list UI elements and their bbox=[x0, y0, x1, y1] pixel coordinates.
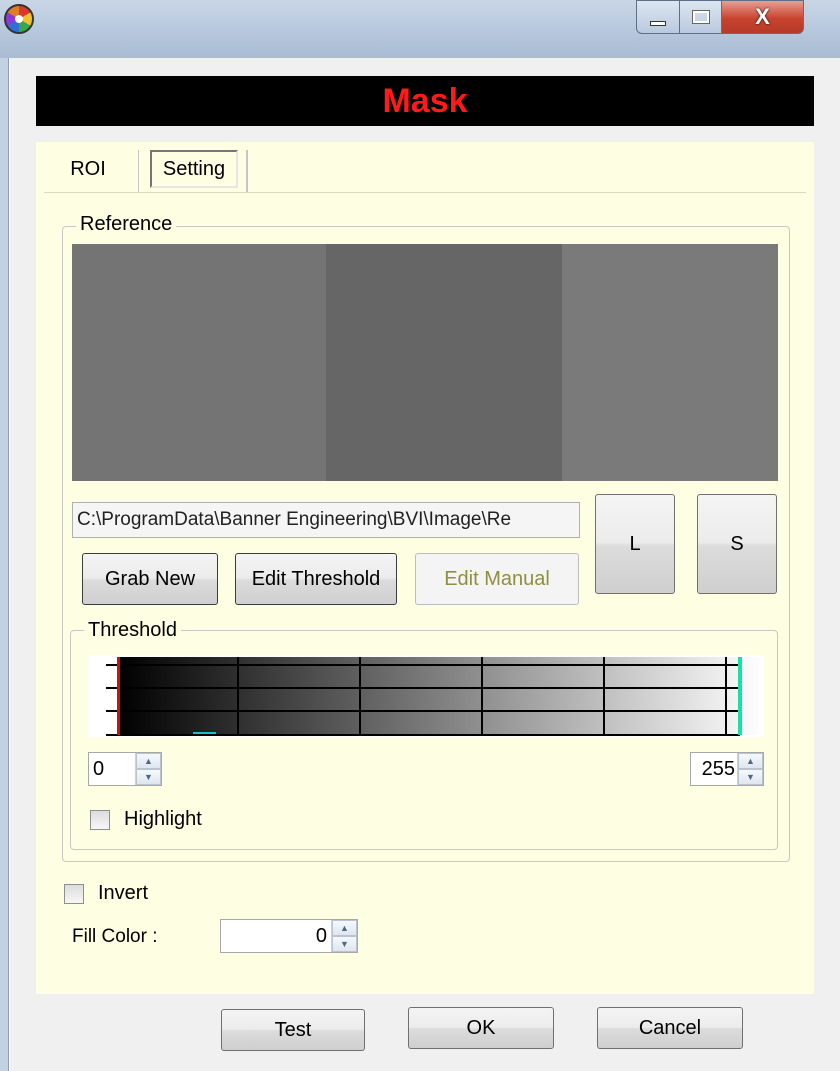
spin-down-icon[interactable]: ▼ bbox=[738, 769, 763, 785]
tab-roi[interactable]: ROI bbox=[40, 148, 136, 190]
cancel-button[interactable]: Cancel bbox=[597, 1007, 743, 1049]
threshold-max-value[interactable]: 255 bbox=[691, 758, 737, 781]
minimize-button[interactable] bbox=[636, 0, 680, 34]
threshold-max-spinner[interactable]: 255 ▲ ▼ bbox=[690, 752, 764, 786]
highlight-checkbox-row[interactable]: Highlight bbox=[90, 808, 202, 831]
maximize-button[interactable] bbox=[680, 0, 722, 34]
edit-threshold-button[interactable]: Edit Threshold bbox=[235, 553, 397, 605]
invert-checkbox-row[interactable]: Invert bbox=[64, 882, 148, 905]
load-button[interactable]: L bbox=[595, 494, 675, 594]
spinner-arrows: ▲ ▼ bbox=[135, 753, 161, 785]
mask-dialog-window: X Mask ROI Setting Reference C:\ProgramD… bbox=[0, 0, 840, 1071]
grab-new-button[interactable]: Grab New bbox=[82, 553, 218, 605]
min-threshold-marker bbox=[117, 657, 120, 735]
spinner-arrows: ▲ ▼ bbox=[737, 753, 763, 785]
spin-up-icon[interactable]: ▲ bbox=[136, 753, 161, 769]
title-bar[interactable]: X bbox=[0, 0, 840, 58]
threshold-min-value[interactable]: 0 bbox=[89, 758, 135, 781]
invert-checkbox[interactable] bbox=[64, 883, 84, 904]
window-controls: X bbox=[636, 0, 804, 36]
spin-up-icon[interactable]: ▲ bbox=[332, 920, 357, 936]
highlight-checkbox[interactable] bbox=[90, 809, 110, 830]
highlight-label: Highlight bbox=[124, 808, 202, 830]
max-threshold-marker bbox=[738, 657, 742, 735]
ok-button[interactable]: OK bbox=[408, 1007, 554, 1049]
spin-down-icon[interactable]: ▼ bbox=[332, 936, 357, 952]
grayscale-gradient bbox=[118, 657, 764, 735]
minimize-icon bbox=[650, 20, 666, 26]
window-border bbox=[0, 58, 9, 1071]
spin-down-icon[interactable]: ▼ bbox=[136, 769, 161, 785]
tab-divider bbox=[138, 150, 140, 192]
edit-manual-button[interactable]: Edit Manual bbox=[415, 553, 579, 605]
fill-color-value[interactable]: 0 bbox=[221, 925, 331, 948]
page-title: Mask bbox=[36, 76, 814, 126]
test-button[interactable]: Test bbox=[221, 1009, 365, 1051]
close-icon: X bbox=[755, 4, 770, 29]
tab-setting[interactable]: Setting bbox=[150, 150, 238, 188]
reference-path-field[interactable]: C:\ProgramData\Banner Engineering\BVI\Im… bbox=[72, 502, 580, 538]
maximize-icon bbox=[691, 10, 710, 24]
reference-image-segment bbox=[326, 244, 562, 481]
fill-color-spinner[interactable]: 0 ▲ ▼ bbox=[220, 919, 358, 953]
save-button[interactable]: S bbox=[697, 494, 777, 594]
app-logo-icon[interactable] bbox=[4, 4, 34, 34]
spin-up-icon[interactable]: ▲ bbox=[738, 753, 763, 769]
invert-label: Invert bbox=[98, 882, 149, 904]
reference-image bbox=[72, 244, 778, 481]
spinner-arrows: ▲ ▼ bbox=[331, 920, 357, 952]
threshold-histogram-bar[interactable] bbox=[88, 655, 764, 737]
threshold-group-label: Threshold bbox=[84, 619, 181, 641]
reference-image-segment bbox=[562, 244, 778, 481]
close-button[interactable]: X bbox=[722, 0, 804, 34]
reference-group-label: Reference bbox=[76, 213, 177, 235]
tab-divider bbox=[246, 150, 248, 192]
threshold-min-spinner[interactable]: 0 ▲ ▼ bbox=[88, 752, 162, 786]
fill-color-label: Fill Color : bbox=[72, 926, 158, 947]
reference-image-segment bbox=[72, 244, 326, 481]
